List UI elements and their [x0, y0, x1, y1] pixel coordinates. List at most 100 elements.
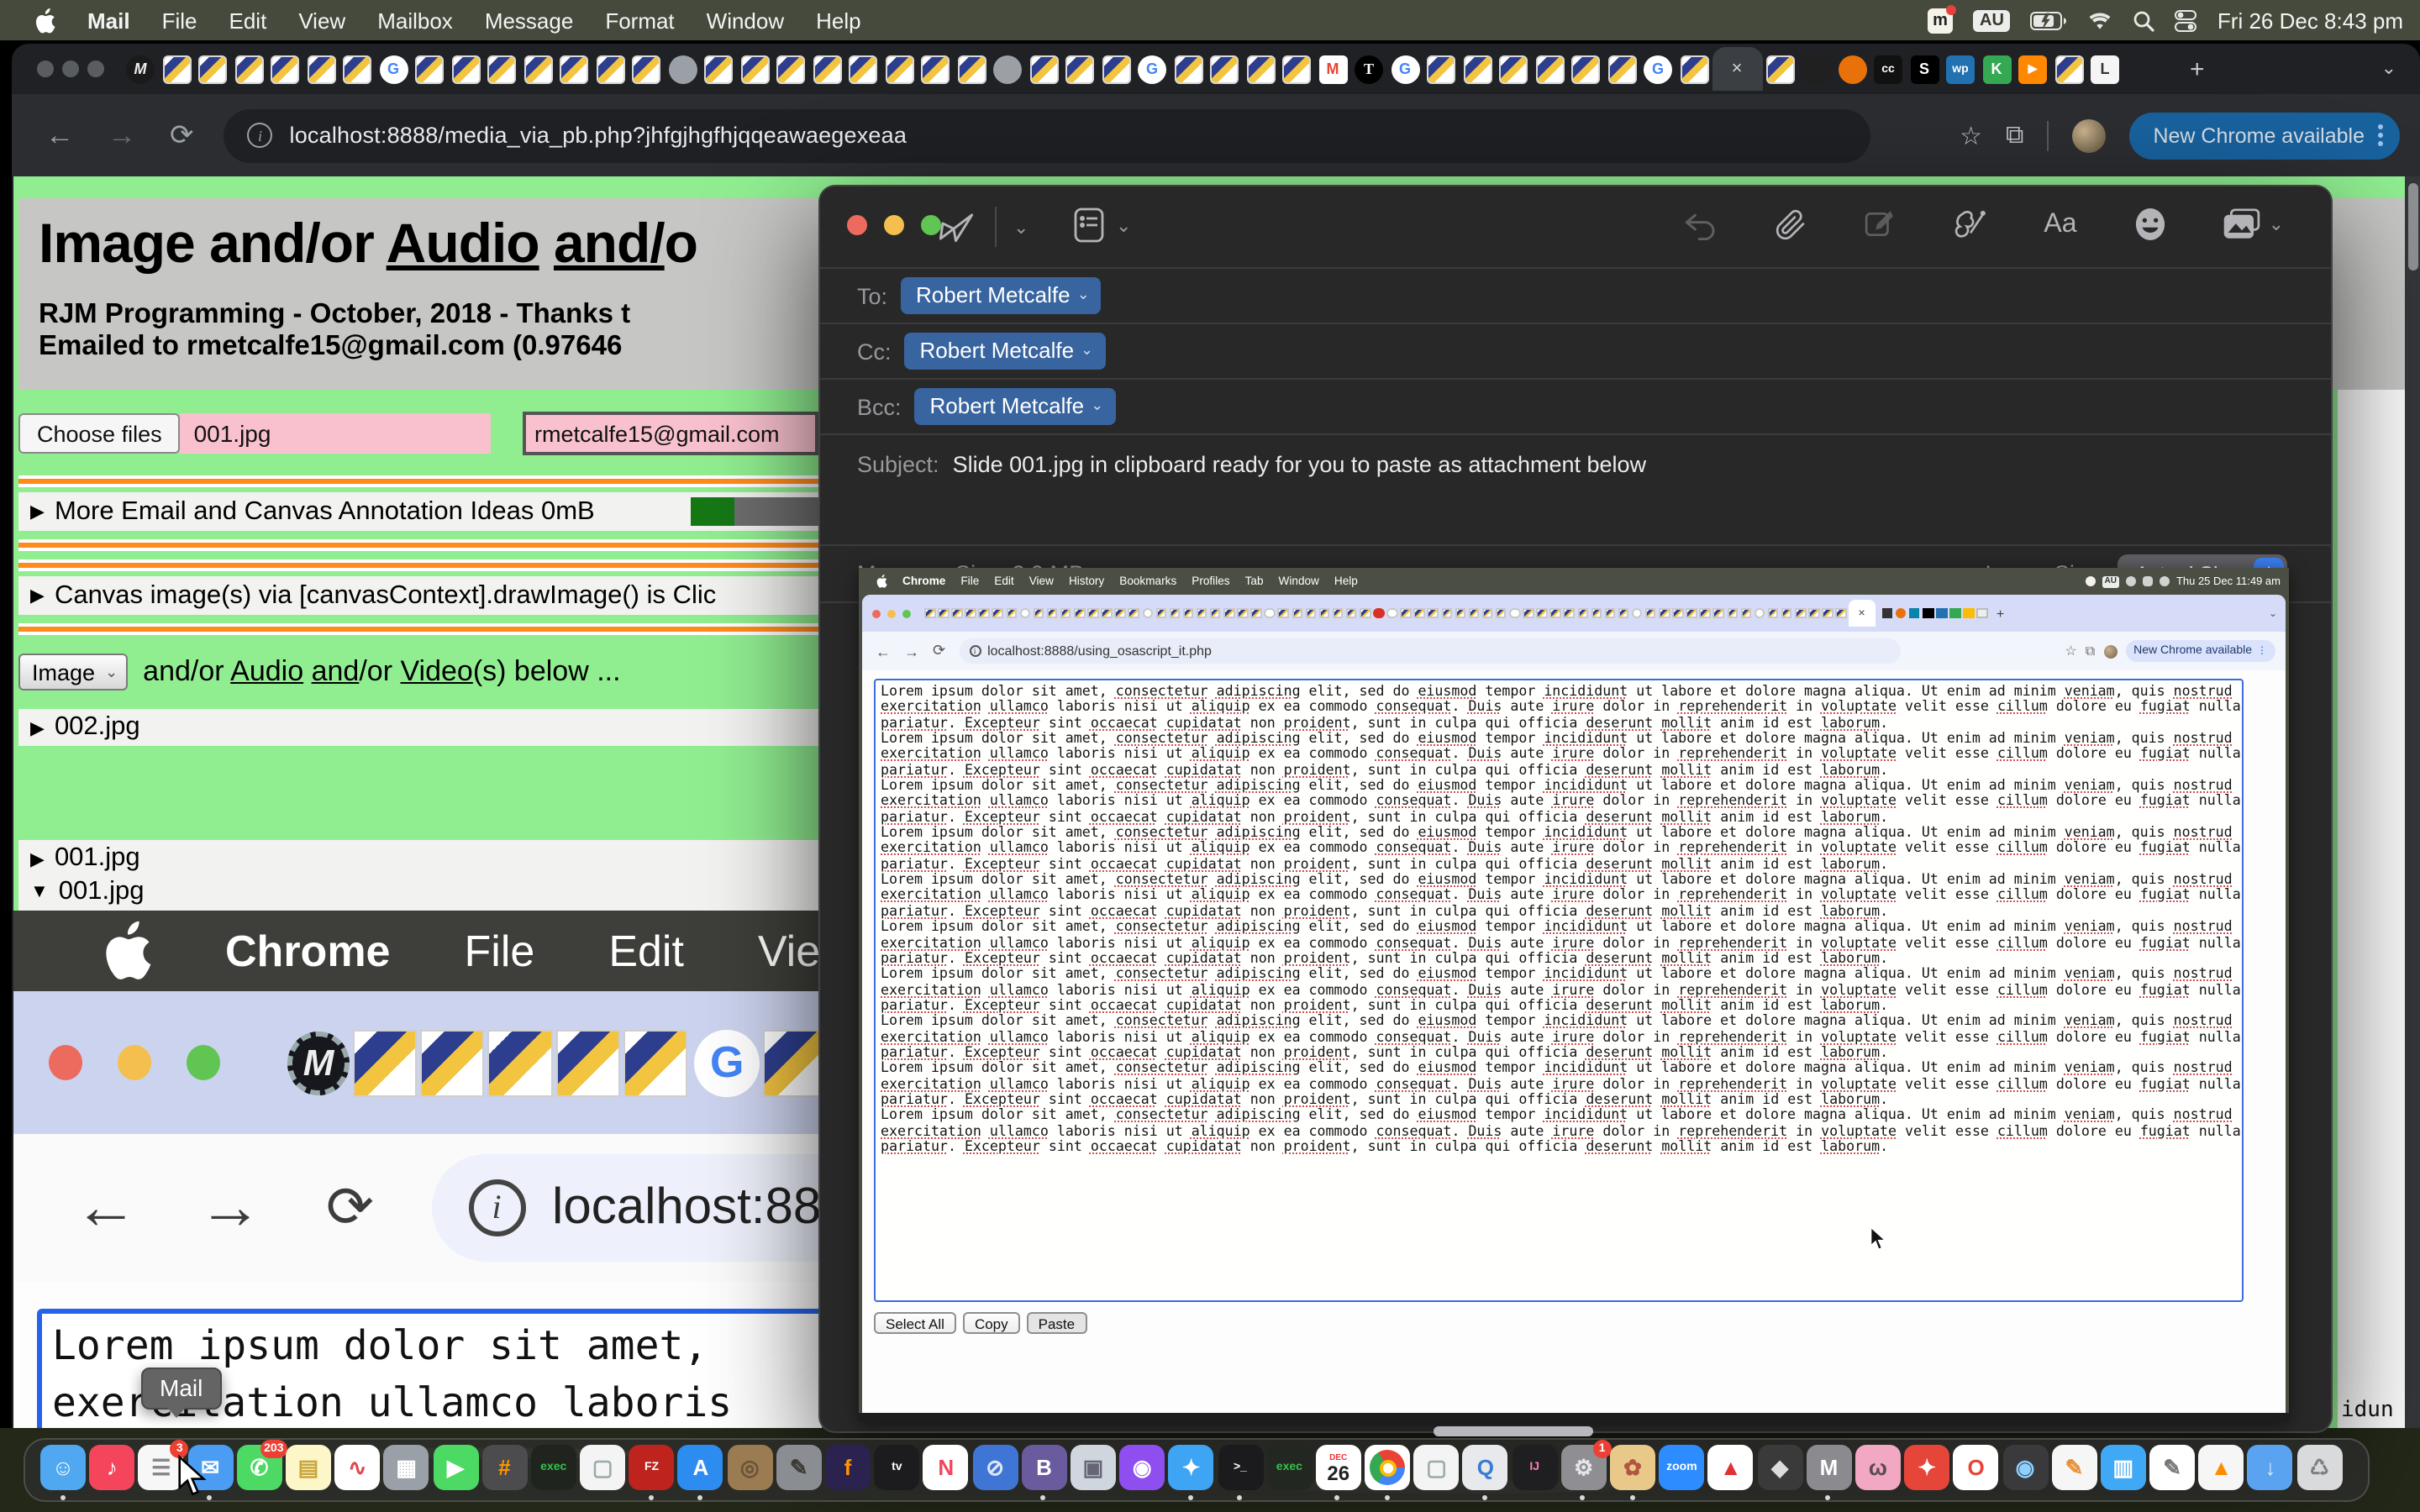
menu-view[interactable]: View	[298, 8, 345, 33]
dock-item-podcasts[interactable]: ◉	[1119, 1445, 1165, 1497]
window-controls-inactive[interactable]	[37, 60, 113, 77]
tab-search-chevron-icon[interactable]: ⌄	[2381, 57, 2396, 79]
dock-item-zoom[interactable]: zoom	[1659, 1445, 1704, 1497]
collapsed-triangle-icon[interactable]: ▶	[30, 585, 45, 606]
dock-item-messages[interactable]: ✆203	[237, 1445, 282, 1497]
dock-item-libreoffice-doc[interactable]: ▢	[580, 1445, 625, 1497]
tab-favicon-pencil[interactable]	[1174, 55, 1202, 83]
tab-favicon-pencil[interactable]	[162, 55, 191, 83]
menu-window[interactable]: Window	[707, 8, 785, 33]
tab-favicon-pencil[interactable]	[523, 55, 552, 83]
dock-item-chrome[interactable]	[1365, 1445, 1410, 1497]
scrollbar[interactable]	[2405, 176, 2420, 1472]
tab-favicon-google[interactable]: G	[1391, 55, 1419, 83]
tab-favicon-k[interactable]: K	[1982, 55, 2011, 83]
tab-favicon-cc[interactable]: cc	[1874, 55, 1902, 83]
tab-favicon-pencil[interactable]	[1535, 55, 1564, 83]
media-type-select[interactable]: Image ⌄	[18, 654, 128, 690]
tab-favicon-wp[interactable]: wp	[1946, 55, 1975, 83]
dock-item-textedit[interactable]: ✎	[2149, 1445, 2195, 1497]
photos-chevron-icon[interactable]: ⌄	[2269, 213, 2284, 235]
dock-item-firefox[interactable]: f	[825, 1445, 871, 1497]
bcc-recipient-pill[interactable]: Robert Metcalfe⌄	[915, 389, 1116, 425]
to-recipient-pill[interactable]: Robert Metcalfe⌄	[901, 278, 1102, 314]
photo-browser-icon[interactable]: ⌄	[2223, 208, 2284, 240]
format-text-icon[interactable]: Aa	[2044, 209, 2076, 239]
dock-item-script-runner[interactable]: exec	[531, 1445, 576, 1497]
dock-item-news[interactable]: N	[923, 1445, 969, 1497]
item-002-row[interactable]: ▶ 002.jpg	[18, 709, 827, 746]
header-fields-button[interactable]: ⌄	[1072, 207, 1131, 244]
recipient-chevron-icon[interactable]: ⌄	[1091, 397, 1103, 416]
tab-favicon-dark[interactable]	[1802, 55, 1830, 83]
menu-message[interactable]: Message	[485, 8, 574, 33]
cc-recipient-pill[interactable]: Robert Metcalfe⌄	[905, 333, 1106, 370]
dock-item-system-settings[interactable]: ⚙1	[1561, 1445, 1607, 1497]
dock-item-photo-booth[interactable]: ◉	[2002, 1445, 2048, 1497]
tab-favicon-google[interactable]: G	[1644, 55, 1672, 83]
emoji-icon[interactable]	[2134, 207, 2166, 242]
dock-item-notes[interactable]: ▤	[286, 1445, 331, 1497]
recipient-chevron-icon[interactable]: ⌄	[1081, 342, 1093, 360]
tab-favicon-pencil[interactable]	[1246, 55, 1275, 83]
dock-item-gimp[interactable]: ✎	[776, 1445, 822, 1497]
dock-item-sitesucker[interactable]: ✦	[1904, 1445, 1949, 1497]
dock-item-photos-utility[interactable]: ▣	[1071, 1445, 1116, 1497]
recipient-chevron-icon[interactable]: ⌄	[1077, 286, 1090, 305]
tab-favicon-pencil[interactable]	[1499, 55, 1528, 83]
active-tab[interactable]: ×	[1712, 47, 1762, 91]
dock-item-music[interactable]: ♪	[89, 1445, 134, 1497]
control-center-icon[interactable]	[2175, 9, 2197, 31]
menu-mailbox[interactable]: Mailbox	[377, 8, 453, 33]
dock-item-utility-brown[interactable]: ◎	[727, 1445, 772, 1497]
collapsed-triangle-icon[interactable]: ▶	[30, 717, 45, 738]
tab-favicon-pencil[interactable]	[1607, 55, 1636, 83]
dock-item-calendar[interactable]: DEC26	[1316, 1445, 1361, 1497]
dock-item-apple-tv[interactable]: tv	[874, 1445, 919, 1497]
tab-favicon-pencil[interactable]	[1065, 55, 1094, 83]
section-more-ideas[interactable]: ▶ More Email and Canvas Annotation Ideas…	[18, 492, 827, 531]
collapsed-triangle-icon[interactable]: ▶	[30, 848, 45, 869]
input-source-indicator[interactable]: AU	[1973, 9, 2011, 31]
tab-favicon-s[interactable]: S	[1910, 55, 1939, 83]
dock-item-pages[interactable]: ✎	[2051, 1445, 2096, 1497]
tab-favicon-pencil[interactable]	[1680, 55, 1708, 83]
tab-favicon-pencil[interactable]	[921, 55, 950, 83]
dock-item-inkscape[interactable]: ◆	[1757, 1445, 1802, 1497]
tab-favicon-pencil[interactable]	[560, 55, 588, 83]
dock-item-intellij-idea[interactable]: IJ	[1512, 1445, 1557, 1497]
tab-favicon-pencil[interactable]	[1282, 55, 1311, 83]
scrollbar-thumb[interactable]	[2407, 183, 2417, 270]
dock-item-triangle-app[interactable]: ▲	[1708, 1445, 1754, 1497]
dock-item-app-store[interactable]: A	[678, 1445, 723, 1497]
tab-favicon-l[interactable]: L	[2091, 55, 2119, 83]
tab-favicon-pencil[interactable]	[1463, 55, 1491, 83]
tab-favicon-pencil[interactable]	[198, 55, 227, 83]
tab-favicon-pencil[interactable]	[415, 55, 444, 83]
bcc-field[interactable]: Bcc: Robert Metcalfe⌄	[820, 378, 2331, 433]
subject-field[interactable]: Subject: Slide 001.jpg in clipboard read…	[820, 433, 2331, 494]
tab-favicon-pencil[interactable]	[776, 55, 805, 83]
tab-favicon-pencil[interactable]	[451, 55, 480, 83]
dock-item-safari[interactable]: ✦	[1169, 1445, 1214, 1497]
forward-icon[interactable]: →	[108, 118, 136, 152]
dock-item-facetime[interactable]: ▶	[433, 1445, 478, 1497]
item-001-expanded[interactable]: ▼ 001.jpg	[18, 877, 145, 907]
tab-favicon-pencil[interactable]	[632, 55, 660, 83]
reload-icon[interactable]: ⟳	[170, 118, 194, 152]
menu-file[interactable]: File	[162, 8, 197, 33]
dock-item-filezilla[interactable]: FZ	[629, 1445, 675, 1497]
tab-favicon-pencil[interactable]	[596, 55, 624, 83]
tab-favicon-pencil[interactable]	[307, 55, 335, 83]
back-icon[interactable]: ←	[45, 118, 74, 152]
bookmark-star-icon[interactable]: ☆	[1960, 120, 1982, 150]
tab-favicon-pencil[interactable]	[343, 55, 371, 83]
send-options-chevron-icon[interactable]: ⌄	[1013, 216, 1028, 238]
tab-favicon-pencil[interactable]	[1102, 55, 1130, 83]
tab-favicon-pencil[interactable]	[1765, 55, 1794, 83]
cc-field[interactable]: Cc: Robert Metcalfe⌄	[820, 323, 2331, 378]
dock-item-libreoffice-doc-2[interactable]: ▢	[1414, 1445, 1460, 1497]
spotlight-search-icon[interactable]	[2133, 9, 2155, 31]
section-canvas[interactable]: ▶ Canvas image(s) via [canvasContext].dr…	[18, 576, 827, 615]
fields-chevron-icon[interactable]: ⌄	[1116, 214, 1131, 236]
